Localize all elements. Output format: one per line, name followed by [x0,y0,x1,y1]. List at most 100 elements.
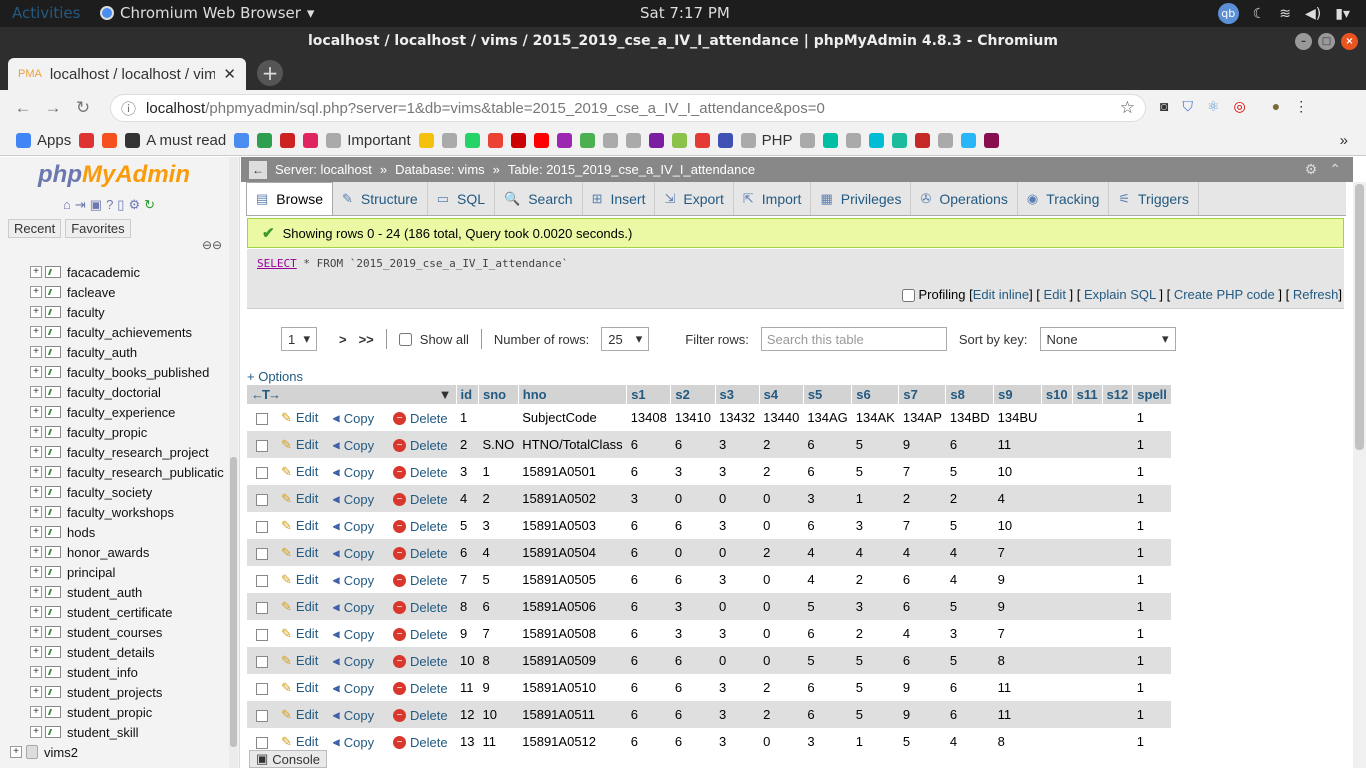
delete-row-button[interactable]: − Delete [393,600,448,615]
table-cell[interactable]: 0 [759,647,804,674]
forward-arrow-icon[interactable]: → [38,98,68,118]
table-cell[interactable]: 6 [626,701,671,728]
copy-row-button[interactable]: ⫷ Copy [333,627,374,642]
table-cell[interactable]: 15891A0503 [518,512,627,539]
shield-icon[interactable]: ⛉ [1182,98,1193,115]
table-cell[interactable]: 4 [851,539,899,566]
row-checkbox[interactable] [256,628,268,641]
table-cell[interactable]: 1 [1132,647,1172,674]
table-cell[interactable]: 15891A0505 [518,566,627,593]
table-cell[interactable]: 6 [626,458,671,485]
bookmark-item[interactable] [938,133,954,148]
bookmark-item[interactable]: Important [326,132,411,149]
table-cell[interactable]: 6 [803,674,852,701]
column-header[interactable]: hno [518,385,628,404]
copy-row-button[interactable]: ⫷ Copy [333,681,374,696]
table-cell[interactable] [1072,593,1103,620]
table-cell[interactable] [1041,539,1073,566]
table-cell[interactable]: 3 [803,485,852,512]
bookmark-item[interactable] [418,133,434,148]
table-cell[interactable]: 6 [945,431,994,458]
bookmark-item[interactable] [625,133,641,148]
table-cell[interactable]: 4 [898,620,946,647]
bookmark-item[interactable] [800,133,816,148]
table-cell[interactable]: 1 [1132,404,1172,431]
bookmark-item[interactable] [915,133,931,148]
logout-icon[interactable]: ⇥ [75,197,86,213]
table-cell[interactable]: 6 [626,512,671,539]
column-header[interactable]: s6 [851,385,900,404]
table-cell[interactable]: 3 [626,485,671,512]
bookmark-item[interactable] [579,133,595,148]
expand-icon[interactable]: + [30,326,42,338]
table-cell[interactable]: 3 [670,458,715,485]
table-cell[interactable]: 9 [456,620,479,647]
tree-table-item[interactable]: + student_skill [0,722,228,742]
row-checkbox[interactable] [256,709,268,722]
table-cell[interactable]: 3 [715,728,760,755]
expand-icon[interactable]: + [30,426,42,438]
main-scrollbar[interactable] [1353,182,1366,768]
table-cell[interactable]: 6 [945,674,994,701]
tree-table-item[interactable]: + student_courses [0,622,228,642]
tree-table-item[interactable]: + faculty_books_published [0,362,228,382]
table-cell[interactable]: 4 [945,566,994,593]
table-cell[interactable]: 6 [898,593,946,620]
table-cell[interactable]: 6 [803,458,852,485]
extension-1-icon[interactable]: ◙ [1160,98,1168,115]
table-name[interactable]: faculty_doctorial [67,385,161,400]
create-php-link[interactable]: Create PHP code [1174,287,1275,302]
column-header[interactable]: s4 [759,385,804,404]
table-cell[interactable]: 4 [945,539,994,566]
table-cell[interactable]: 5 [851,458,899,485]
table-cell[interactable] [1041,674,1073,701]
table-cell[interactable]: 3 [851,593,899,620]
table-cell[interactable] [1102,647,1133,674]
table-cell[interactable]: 10 [993,458,1042,485]
expand-icon[interactable]: + [30,626,42,638]
tree-table-item[interactable]: + student_info [0,662,228,682]
expand-icon[interactable]: + [30,686,42,698]
bookmark-item[interactable] [846,133,862,148]
table-cell[interactable]: 134BU [993,404,1042,431]
row-checkbox[interactable] [256,682,268,695]
crumb-server[interactable]: Server: localhost [275,162,372,177]
link-with-main-icon[interactable]: ⊖⊖ [202,238,222,252]
table-cell[interactable]: 2 [759,458,804,485]
nav-scrollbar[interactable] [229,157,238,768]
table-cell[interactable]: 3 [478,512,519,539]
tree-table-item[interactable]: + faculty_doctorial [0,382,228,402]
expand-icon[interactable]: + [10,746,22,758]
table-cell[interactable] [1102,458,1133,485]
tree-table-item[interactable]: + student_auth [0,582,228,602]
table-cell[interactable]: 15891A0506 [518,593,627,620]
table-cell[interactable] [1072,674,1103,701]
tab-export[interactable]: ⇲ Export [655,182,734,215]
bookmark-item[interactable] [487,133,503,148]
table-cell[interactable]: 0 [715,593,760,620]
edit-link[interactable]: Edit [1044,287,1066,302]
table-cell[interactable] [1041,620,1073,647]
tree-table-item[interactable]: + student_certificate [0,602,228,622]
table-cell[interactable]: 3 [945,620,994,647]
table-cell[interactable]: 9 [478,674,519,701]
table-cell[interactable]: 2 [898,485,946,512]
table-cell[interactable]: 3 [456,458,479,485]
home-icon[interactable]: ⌂ [63,197,71,213]
row-checkbox[interactable] [256,466,268,479]
table-cell[interactable]: 7 [993,620,1042,647]
table-cell[interactable]: 5 [945,647,994,674]
table-cell[interactable]: 4 [993,485,1042,512]
table-cell[interactable]: 1 [1132,539,1172,566]
table-cell[interactable] [1041,593,1073,620]
table-cell[interactable] [1102,701,1133,728]
table-cell[interactable]: 5 [456,512,479,539]
table-cell[interactable]: 3 [715,674,760,701]
table-cell[interactable]: 6 [670,431,715,458]
table-name[interactable]: student_certificate [67,605,173,620]
table-cell[interactable] [1041,701,1073,728]
table-cell[interactable] [1102,539,1133,566]
table-cell[interactable]: 7 [993,539,1042,566]
column-header[interactable]: spell [1132,385,1172,404]
table-cell[interactable]: 2 [456,431,479,458]
